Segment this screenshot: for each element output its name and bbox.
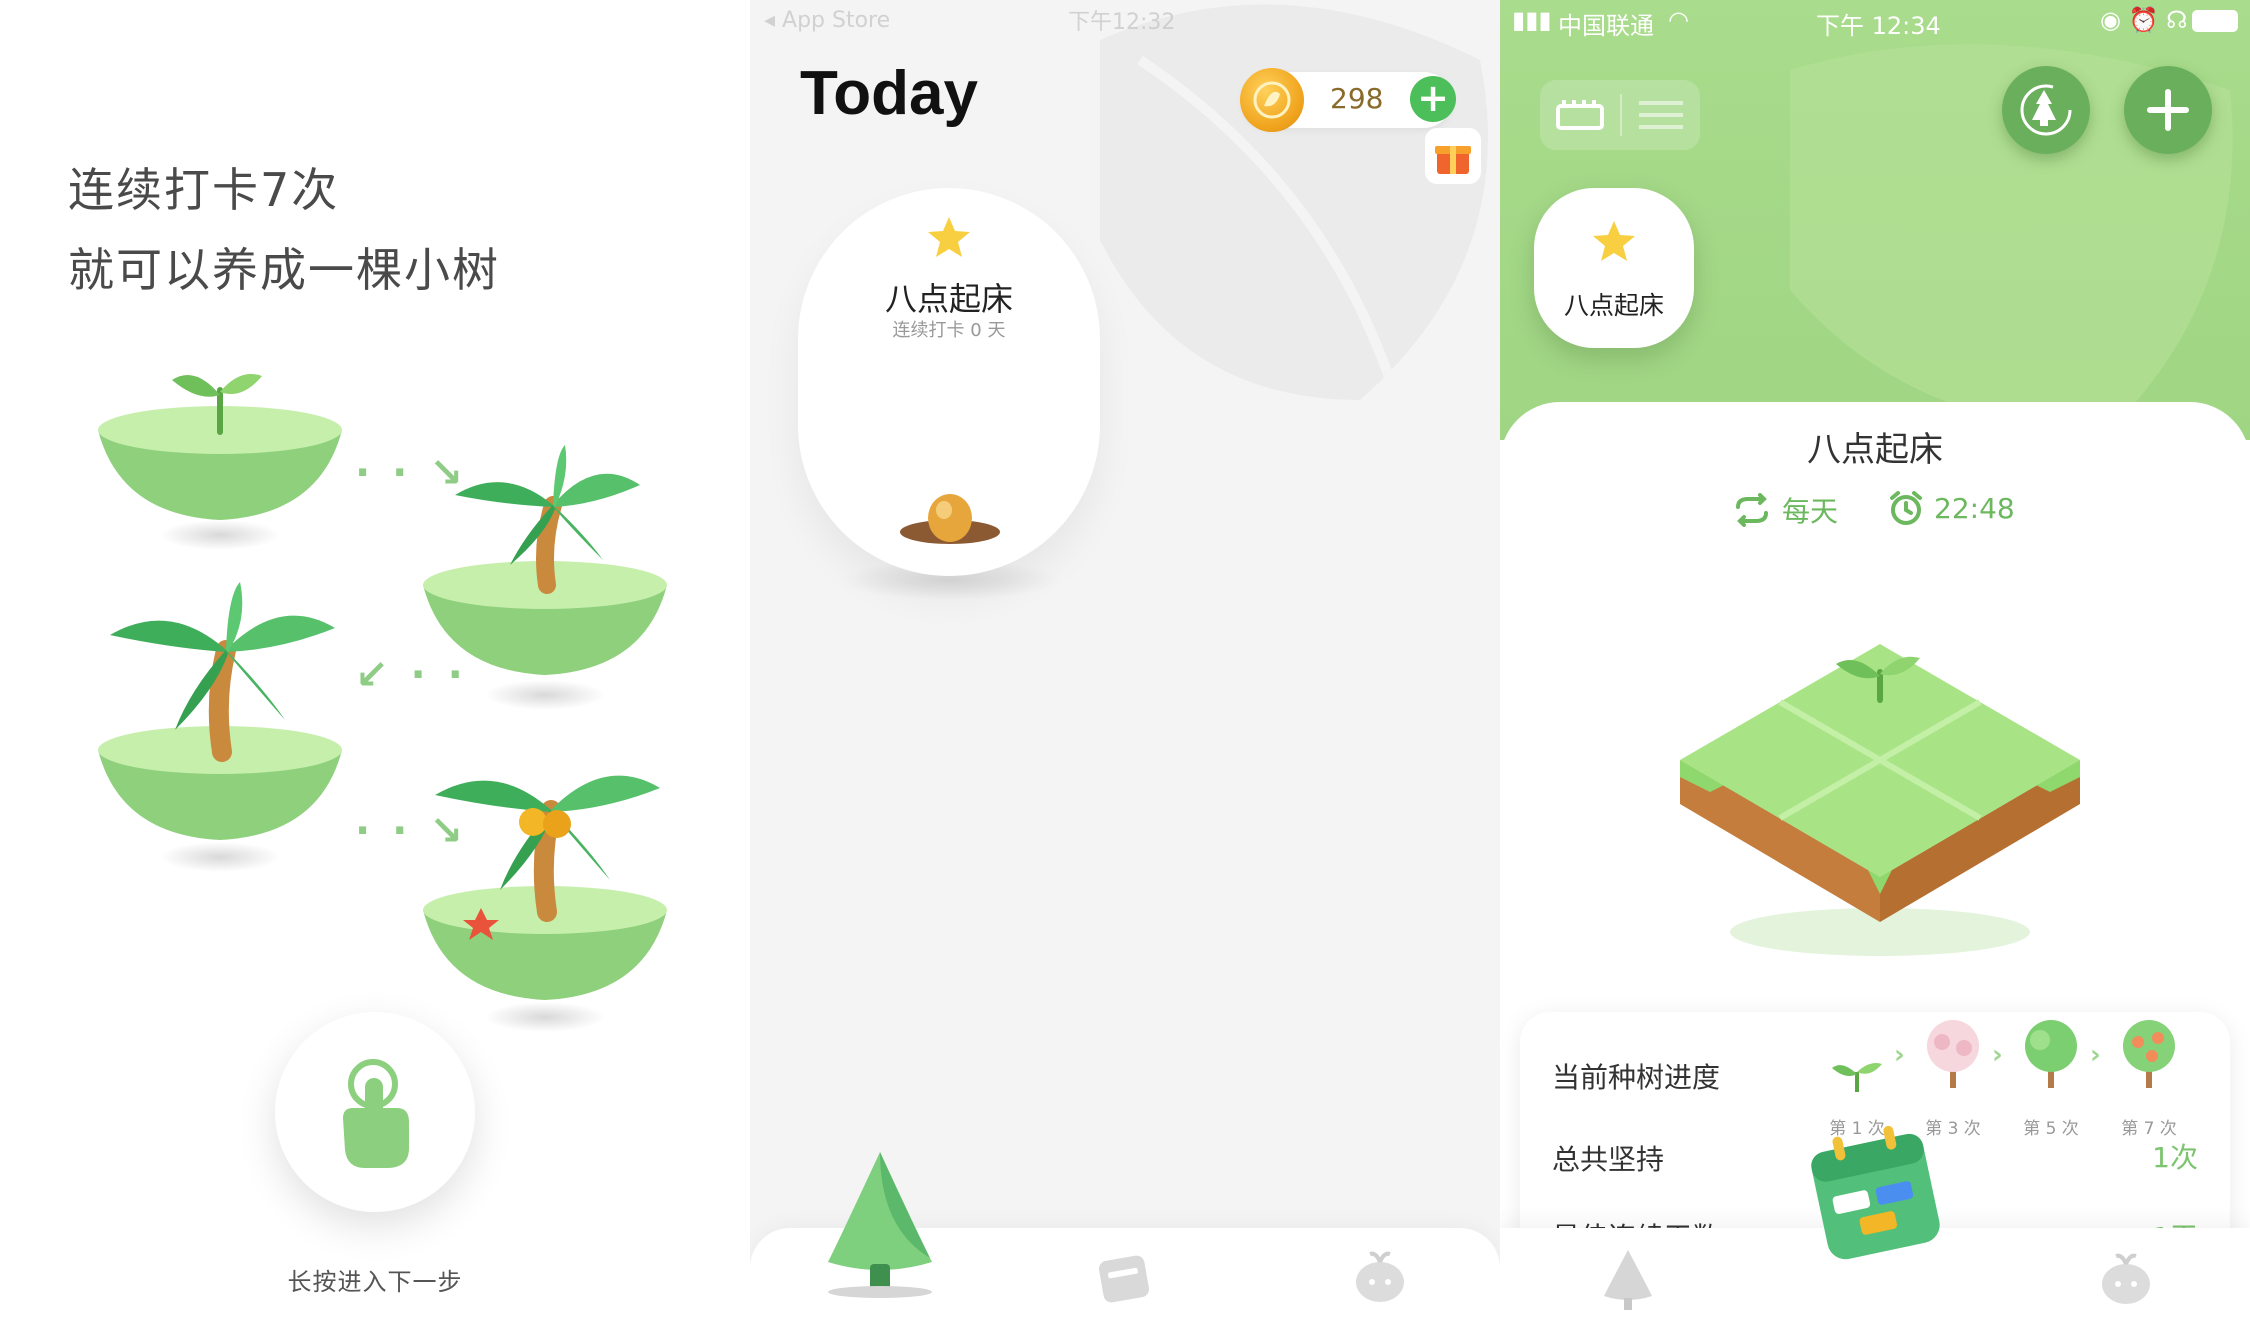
status-carrier: 中国联通 bbox=[1558, 12, 1654, 40]
grid-view-icon[interactable] bbox=[1540, 80, 1620, 150]
habit-name: 八点起床 bbox=[884, 280, 1013, 318]
plus-icon bbox=[2147, 89, 2189, 131]
detail-title: 八点起床 bbox=[1807, 430, 1943, 470]
calendar-tab-icon[interactable] bbox=[1095, 1248, 1153, 1306]
alarm-icon bbox=[1890, 491, 1922, 525]
habit-card-name: 八点起床 bbox=[1563, 291, 1664, 320]
stage-5: 第 5 次 bbox=[2016, 1012, 2086, 1139]
intro-screen: 连续打卡7次 就可以养成一棵小树 · · ↘ ↙ · · · · ↘ 长按进入下… bbox=[0, 0, 750, 1334]
frequency-label: 每天 bbox=[1782, 495, 1839, 528]
add-habit-button[interactable] bbox=[2124, 66, 2212, 154]
signal-icon: ▮▮▮ bbox=[1512, 6, 1552, 34]
status-bar: ▮▮▮ 中国联通 ◠ 下午 12:34 ◉ ⏰ ☊ bbox=[1500, 0, 2250, 44]
coin-icon bbox=[1240, 68, 1304, 132]
intro-title: 连续打卡7次 就可以养成一棵小树 bbox=[68, 150, 500, 310]
long-press-button[interactable] bbox=[275, 1012, 475, 1212]
calendar-tab-icon[interactable] bbox=[1800, 1118, 1950, 1268]
tree-tab-icon[interactable] bbox=[820, 1148, 940, 1298]
stage-7: 第 7 次 bbox=[2114, 1012, 2184, 1139]
view-toggle[interactable] bbox=[1540, 80, 1700, 150]
chevron-right-icon: › bbox=[1894, 1040, 1905, 1070]
habit-detail-screen: ▮▮▮ 中国联通 ◠ 下午 12:34 ◉ ⏰ ☊ 八点起床 八点起床 每天 2… bbox=[1500, 0, 2250, 1334]
press-hint: 长按进入下一步 bbox=[287, 1268, 463, 1296]
total-value: 1次 bbox=[2152, 1141, 2198, 1174]
star-icon bbox=[1593, 221, 1635, 261]
stage-5-label: 第 5 次 bbox=[2023, 1119, 2079, 1139]
step-dots: ↙ · · bbox=[355, 652, 467, 698]
stage-1: 第 1 次 bbox=[1822, 1032, 1892, 1139]
status-time: 下午 12:34 bbox=[1816, 12, 1941, 40]
forest-icon bbox=[2020, 84, 2072, 136]
wifi-icon: ◠ bbox=[1668, 6, 1689, 34]
tab-bar bbox=[1500, 1125, 2250, 1334]
repeat-icon bbox=[1736, 493, 1768, 527]
page-title: Today bbox=[800, 59, 978, 128]
frequency[interactable]: 每天 bbox=[1732, 490, 1838, 530]
tab-bar bbox=[750, 1152, 1500, 1334]
today-screen: ◂ App Store 下午12:32 Today 298 + 八点起床 连续打… bbox=[750, 0, 1500, 1334]
intro-title-line-2: 就可以养成一棵小树 bbox=[68, 243, 500, 297]
habit-card[interactable]: 八点起床 连续打卡 0 天 bbox=[798, 188, 1100, 576]
tree-tab-icon[interactable] bbox=[1600, 1248, 1656, 1310]
stage-3: 第 3 次 bbox=[1918, 1012, 1988, 1139]
chevron-right-icon: › bbox=[2090, 1040, 2101, 1070]
list-view-icon[interactable] bbox=[1622, 80, 1700, 150]
reminder[interactable]: 22:48 bbox=[1888, 490, 2015, 526]
status-bar: ◂ App Store 下午12:32 bbox=[750, 0, 1500, 40]
status-icons: ◉ ⏰ ☊ bbox=[2100, 6, 2188, 34]
profile-tab-icon[interactable] bbox=[1350, 1246, 1410, 1306]
coin-count: 298 bbox=[1330, 82, 1384, 115]
intro-title-line-1: 连续打卡7次 bbox=[68, 163, 340, 217]
reminder-time: 22:48 bbox=[1934, 491, 2015, 525]
status-carrier: ◂ App Store bbox=[764, 7, 891, 33]
profile-tab-icon[interactable] bbox=[2096, 1248, 2156, 1308]
blossom-tree-icon bbox=[1927, 1020, 1979, 1088]
star-icon bbox=[928, 217, 970, 257]
chevron-right-icon: › bbox=[1992, 1040, 2003, 1070]
seed-icon bbox=[900, 494, 1000, 544]
progress-label: 当前种树进度 bbox=[1552, 1061, 1721, 1094]
grass-block-icon bbox=[1680, 644, 2080, 956]
sprout-island-icon bbox=[90, 340, 350, 580]
fruit-tree-icon bbox=[2123, 1020, 2175, 1088]
forest-button[interactable] bbox=[2002, 66, 2090, 154]
status-time: 下午12:32 bbox=[1068, 10, 1176, 35]
hand-tap-icon bbox=[343, 1059, 409, 1168]
habit-card-small[interactable]: 八点起床 bbox=[1534, 188, 1694, 348]
coconut-palm-island-icon bbox=[415, 740, 675, 1060]
habit-streak: 连续打卡 0 天 bbox=[892, 320, 1006, 341]
total-label: 总共坚持 bbox=[1552, 1143, 1665, 1176]
palm-island-large-icon bbox=[90, 580, 350, 900]
add-coins-button[interactable]: + bbox=[1410, 76, 1456, 122]
battery-icon bbox=[2192, 10, 2238, 32]
green-tree-icon bbox=[2025, 1020, 2077, 1088]
gift-icon[interactable] bbox=[1425, 128, 1481, 184]
sprout-icon bbox=[1832, 1063, 1882, 1092]
background-leaf-icon bbox=[1100, 4, 1488, 400]
